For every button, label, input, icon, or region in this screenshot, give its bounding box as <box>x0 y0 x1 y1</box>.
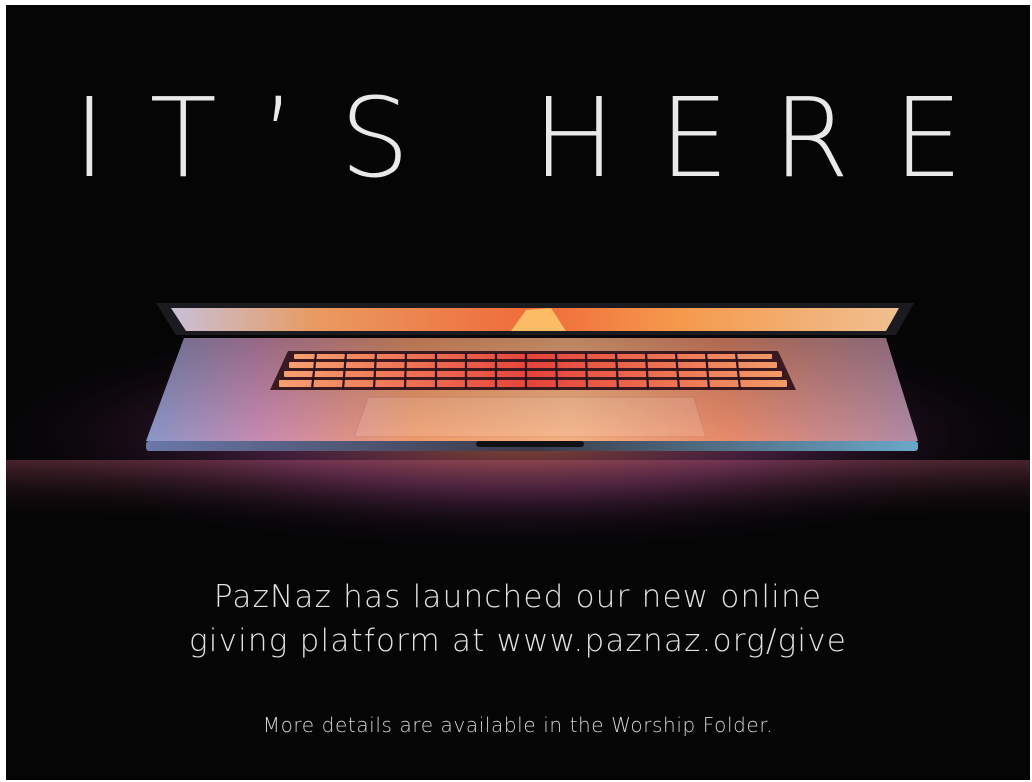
slide-footnote: More details are available in the Worshi… <box>262 713 774 737</box>
laptop-trackpad <box>353 396 707 438</box>
body-line-2: giving platform at www.paznaz.org/give <box>188 623 848 659</box>
body-line-1: PazNaz has launched our new online <box>213 579 823 615</box>
slide-headline: IT’S HERE <box>73 74 1007 202</box>
table-reflection <box>6 460 1030 525</box>
promo-slide: IT’S HERE PazNaz has launched our new on… <box>6 5 1030 780</box>
slide-body: PazNaz has launched our new online givin… <box>6 575 1030 663</box>
